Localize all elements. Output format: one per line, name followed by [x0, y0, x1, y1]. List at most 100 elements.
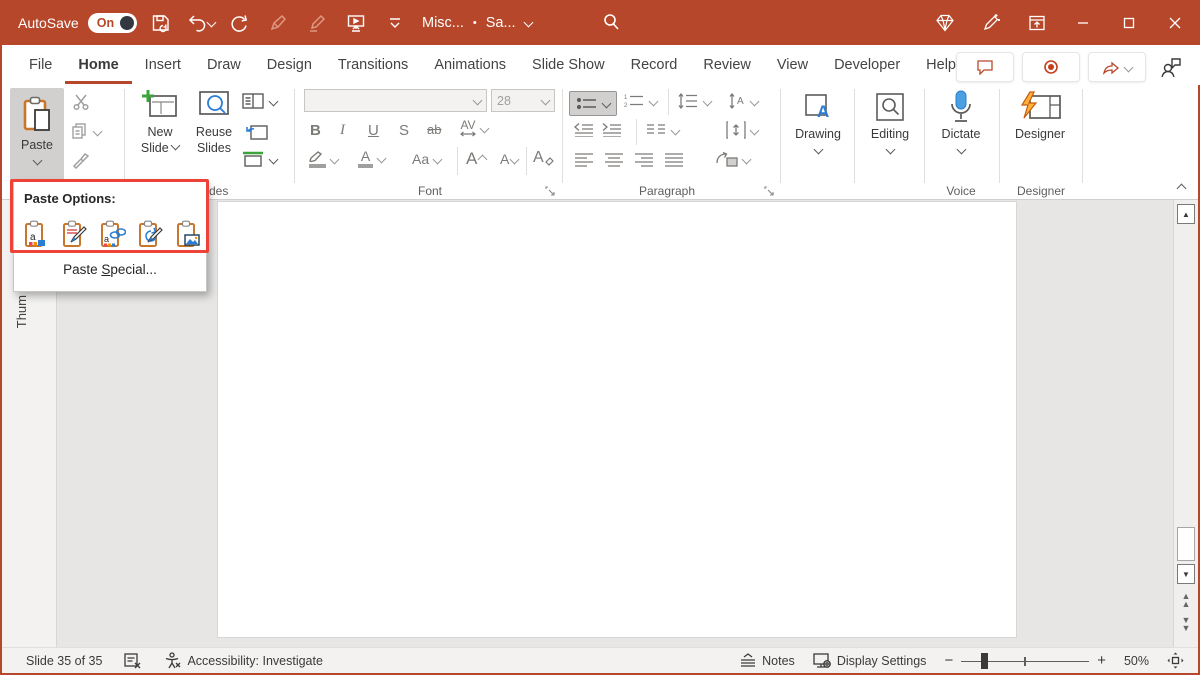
paste-special-menu-item[interactable]: Paste Special... [14, 262, 206, 277]
new-slide-chevron[interactable] [171, 141, 181, 151]
font-size-combobox[interactable]: 28 [491, 89, 555, 112]
notes-button[interactable]: Notes [739, 653, 795, 668]
comments-button[interactable] [956, 52, 1014, 82]
change-case-button[interactable]: Aa [412, 151, 441, 167]
dictate-button[interactable]: Dictate [930, 90, 992, 153]
font-color-button[interactable]: A [358, 149, 385, 168]
format-painter-button[interactable] [72, 151, 90, 169]
collapse-ribbon-button[interactable] [1178, 185, 1185, 192]
zoom-slider[interactable]: − + [944, 652, 1106, 669]
paste-dropdown-chevron[interactable] [32, 156, 42, 166]
spell-check-icon[interactable] [124, 653, 142, 669]
text-direction-button[interactable]: A [728, 93, 758, 109]
sparkle-pen-icon[interactable] [968, 0, 1014, 45]
cut-button[interactable] [72, 93, 90, 111]
bullets-chevron[interactable] [601, 99, 611, 109]
save-button[interactable] [146, 7, 176, 39]
tab-developer[interactable]: Developer [821, 47, 913, 84]
slide-layout-button[interactable] [242, 93, 277, 109]
editing-button[interactable]: Editing [860, 91, 920, 153]
reuse-slides-button[interactable]: Reuse Slides [188, 89, 240, 156]
numbering-chevron[interactable] [649, 96, 659, 106]
tab-animations[interactable]: Animations [421, 47, 519, 84]
tab-slide-show[interactable]: Slide Show [519, 47, 618, 84]
section-button[interactable] [242, 151, 277, 167]
drawing-chevron[interactable] [813, 145, 823, 155]
ribbon-display-options-button[interactable] [1014, 0, 1060, 45]
font-size-chevron[interactable] [541, 96, 551, 106]
zoom-slider-thumb[interactable] [981, 653, 988, 669]
start-slideshow-button[interactable] [341, 7, 371, 39]
line-spacing-chevron[interactable] [703, 96, 713, 106]
justify-button[interactable] [664, 153, 684, 167]
accessibility-status[interactable]: Accessibility: Investigate [164, 652, 322, 669]
close-button[interactable] [1152, 0, 1198, 45]
editing-chevron[interactable] [885, 145, 895, 155]
share-dropdown-chevron[interactable] [1124, 62, 1134, 72]
zoom-out-button[interactable]: − [944, 652, 953, 669]
underline-button[interactable]: U [368, 122, 379, 139]
dictate-chevron[interactable] [956, 145, 966, 155]
maximize-button[interactable] [1106, 0, 1152, 45]
font-dialog-launcher[interactable] [545, 186, 556, 197]
columns-chevron[interactable] [671, 125, 681, 135]
paste-button[interactable]: Paste [10, 88, 64, 180]
document-title[interactable]: Misc... • Sa... [422, 0, 532, 45]
scroll-up-button[interactable]: ▲ [1177, 204, 1195, 224]
columns-button[interactable] [646, 123, 679, 137]
italic-button[interactable]: I [340, 122, 345, 139]
zoom-level[interactable]: 50% [1124, 654, 1149, 668]
share-button[interactable] [1088, 52, 1146, 82]
decrease-indent-button[interactable] [574, 123, 594, 137]
bullets-button[interactable] [569, 91, 617, 116]
tab-review[interactable]: Review [690, 47, 764, 84]
tab-design[interactable]: Design [254, 47, 325, 84]
search-icon[interactable] [596, 6, 626, 38]
previous-slide-button[interactable]: ▲▲ [1179, 592, 1193, 608]
convert-to-smartart-button[interactable] [716, 151, 750, 167]
character-spacing-button[interactable]: AV [460, 120, 488, 137]
display-settings-button[interactable]: Display Settings [813, 653, 927, 669]
tab-file[interactable]: File [16, 47, 65, 84]
reset-slide-button[interactable] [246, 122, 268, 140]
tab-draw[interactable]: Draw [194, 47, 254, 84]
copy-button[interactable] [70, 122, 101, 140]
increase-indent-button[interactable] [602, 123, 622, 137]
highlight-color-button[interactable] [308, 151, 338, 168]
highlight-color-chevron[interactable] [330, 155, 340, 165]
scrollbar-thumb[interactable] [1177, 527, 1195, 561]
paste-option-use-destination-theme[interactable]: a [22, 218, 51, 251]
new-slide-button[interactable]: New Slide [132, 89, 188, 156]
quick-access-toolbar-overflow[interactable] [380, 7, 410, 39]
paragraph-dialog-launcher[interactable] [764, 186, 775, 197]
paste-option-picture[interactable] [174, 218, 203, 251]
tab-record[interactable]: Record [618, 47, 691, 84]
ink-pen-icon[interactable] [263, 7, 293, 39]
title-dropdown-chevron[interactable] [523, 18, 533, 28]
zoom-in-button[interactable]: + [1097, 652, 1106, 669]
designer-button[interactable]: Designer [1004, 91, 1076, 142]
scroll-down-button[interactable]: ▼ [1177, 564, 1195, 584]
record-button[interactable] [1022, 52, 1080, 82]
ink-highlighter-icon[interactable] [302, 7, 332, 39]
font-color-chevron[interactable] [377, 154, 387, 164]
presenter-coach-icon[interactable] [1154, 51, 1188, 83]
vertical-scrollbar[interactable]: ▲ ▼ ▲▲ ▼▼ [1173, 200, 1198, 647]
copy-dropdown-chevron[interactable] [93, 126, 103, 136]
tab-home[interactable]: Home [65, 47, 131, 84]
align-right-button[interactable] [634, 153, 654, 167]
autosave-toggle[interactable]: On [88, 13, 137, 33]
align-left-button[interactable] [574, 153, 594, 167]
slide-canvas[interactable] [217, 201, 1017, 638]
smartart-chevron[interactable] [742, 154, 752, 164]
text-shadow-button[interactable]: S [399, 122, 409, 139]
paste-option-keep-source-formatting-and-link[interactable] [136, 218, 165, 251]
slide-indicator[interactable]: Slide 35 of 35 [26, 654, 102, 668]
character-spacing-chevron[interactable] [480, 124, 490, 134]
align-center-button[interactable] [604, 153, 624, 167]
font-name-combobox[interactable] [304, 89, 487, 112]
text-direction-chevron[interactable] [750, 96, 760, 106]
redo-button[interactable] [224, 7, 254, 39]
undo-button[interactable] [185, 7, 215, 39]
minimize-button[interactable] [1060, 0, 1106, 45]
